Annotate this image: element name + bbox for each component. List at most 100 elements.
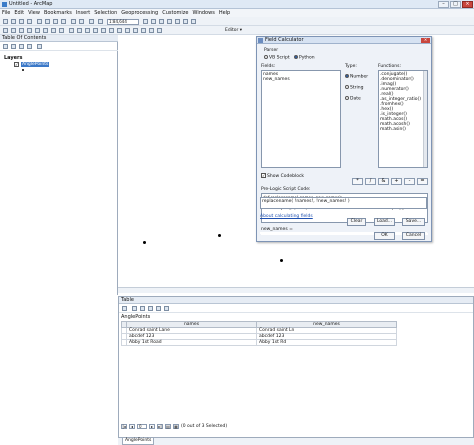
map-point[interactable] (280, 259, 283, 262)
load-button[interactable]: Load... (374, 218, 395, 226)
functions-scrollbar[interactable] (423, 71, 427, 167)
find-icon[interactable] (125, 28, 130, 33)
cell-names[interactable]: Abby 1st Road (126, 339, 257, 346)
identify-icon[interactable] (93, 28, 98, 33)
hyperlink-icon[interactable] (101, 28, 106, 33)
record-number-field[interactable]: 0 (137, 424, 147, 429)
arctoolbox-icon[interactable] (175, 19, 180, 24)
last-record-button[interactable]: ▸| (157, 424, 163, 429)
select-elements-icon[interactable] (85, 28, 90, 33)
forward-icon[interactable] (59, 28, 64, 33)
menu-insert[interactable]: Insert (76, 10, 90, 16)
menu-file[interactable]: File (2, 10, 10, 16)
go-to-xy-icon[interactable] (141, 28, 146, 33)
map-scale-field[interactable]: 1:84,644 (107, 19, 139, 25)
fields-list[interactable]: names new_names (261, 70, 341, 168)
select-features-icon[interactable] (69, 28, 74, 33)
clear-selection-table-icon[interactable] (156, 306, 161, 311)
about-calculating-fields-link[interactable]: About calculating fields (260, 214, 313, 219)
full-extent-icon[interactable] (27, 28, 32, 33)
list-by-source-icon[interactable] (11, 44, 16, 49)
show-selected-records-icon[interactable]: ▦ (173, 424, 179, 429)
switch-selection-icon[interactable] (148, 306, 153, 311)
layers-group[interactable]: Layers (4, 55, 23, 61)
previous-record-button[interactable]: ◂ (129, 424, 135, 429)
select-by-attributes-icon[interactable] (140, 306, 145, 311)
search-icon[interactable] (167, 19, 172, 24)
operator-minus-button[interactable]: - (404, 178, 415, 185)
table-options-icon[interactable] (122, 306, 127, 311)
map-scrollbar[interactable] (118, 287, 474, 293)
options-icon[interactable] (37, 44, 42, 49)
find-route-icon[interactable] (133, 28, 138, 33)
expression-textarea[interactable]: replacename( !names!, !new_names! ) (260, 197, 427, 209)
zoom-scale-icon[interactable] (98, 19, 103, 24)
fixed-zoom-in-icon[interactable] (35, 28, 40, 33)
layer-item[interactable]: ✓ AnglePoints (14, 62, 50, 67)
catalog-icon[interactable] (159, 19, 164, 24)
paste-icon[interactable] (53, 19, 58, 24)
fixed-zoom-out-icon[interactable] (43, 28, 48, 33)
toc-icon[interactable] (151, 19, 156, 24)
clear-selection-icon[interactable] (77, 28, 82, 33)
print-icon[interactable] (27, 19, 32, 24)
menu-bookmarks[interactable]: Bookmarks (44, 10, 72, 16)
menu-help[interactable]: Help (219, 10, 230, 16)
editor-menu[interactable]: Editor ▾ (225, 28, 242, 33)
next-record-button[interactable]: ▸ (149, 424, 155, 429)
zoom-out-icon[interactable] (11, 28, 16, 33)
delete-icon[interactable] (61, 19, 66, 24)
html-popup-icon[interactable] (109, 28, 114, 33)
save-icon[interactable] (19, 19, 24, 24)
parser-python-radio[interactable]: Python (294, 55, 315, 61)
menu-selection[interactable]: Selection (94, 10, 117, 16)
list-by-drawing-order-icon[interactable] (3, 44, 8, 49)
cell-new-names[interactable]: Abby 1st Rd (256, 339, 397, 346)
menu-windows[interactable]: Windows (192, 10, 214, 16)
menu-view[interactable]: View (28, 10, 40, 16)
measure-icon[interactable] (117, 28, 122, 33)
table-tab[interactable]: AnglePoints (122, 438, 155, 445)
layer-name[interactable]: AnglePoints (21, 62, 50, 67)
list-by-selection-icon[interactable] (27, 44, 32, 49)
cut-icon[interactable] (37, 19, 42, 24)
table-row[interactable]: Abby 1st Road Abby 1st Rd (121, 339, 397, 346)
undo-icon[interactable] (71, 19, 76, 24)
type-number-radio[interactable]: Number (345, 74, 368, 80)
new-icon[interactable] (3, 19, 8, 24)
cancel-button[interactable]: Cancel (402, 232, 425, 240)
first-record-button[interactable]: |◂ (121, 424, 127, 429)
model-builder-icon[interactable] (191, 19, 196, 24)
map-point[interactable] (218, 234, 221, 237)
redo-icon[interactable] (79, 19, 84, 24)
type-date-radio[interactable]: Date (345, 96, 361, 102)
back-icon[interactable] (51, 28, 56, 33)
list-by-visibility-icon[interactable] (19, 44, 24, 49)
time-slider-icon[interactable] (149, 28, 154, 33)
operator-plus-button[interactable]: + (391, 178, 402, 185)
ok-button[interactable]: OK (374, 232, 395, 240)
show-codeblock-checkbox[interactable]: ✓ Show Codeblock (261, 173, 304, 179)
menu-geoprocessing[interactable]: Geoprocessing (121, 10, 158, 16)
layer-visibility-checkbox[interactable]: ✓ (14, 62, 19, 67)
operator-divide-button[interactable]: / (365, 178, 376, 185)
field-item[interactable]: new_names (263, 77, 339, 82)
maximize-button[interactable]: □ (450, 1, 461, 8)
clear-button[interactable]: Clear (347, 218, 366, 226)
operator-and-button[interactable]: & (378, 178, 389, 185)
dialog-close-button[interactable]: × (421, 38, 430, 43)
save-button[interactable]: Save... (402, 218, 425, 226)
map-point[interactable] (143, 241, 146, 244)
close-button[interactable]: × (462, 1, 473, 8)
related-tables-icon[interactable] (132, 306, 137, 311)
operator-multiply-button[interactable]: * (352, 178, 363, 185)
editor-toolbar-icon[interactable] (143, 19, 148, 24)
add-data-icon[interactable] (89, 19, 94, 24)
menu-customize[interactable]: Customize (162, 10, 188, 16)
python-window-icon[interactable] (183, 19, 188, 24)
functions-list[interactable]: .conjugate() .denominator() .imag() .num… (378, 70, 428, 168)
open-icon[interactable] (11, 19, 16, 24)
minimize-button[interactable]: – (438, 1, 449, 8)
delete-selected-icon[interactable] (164, 306, 169, 311)
function-item[interactable]: math.asin() (380, 127, 426, 132)
